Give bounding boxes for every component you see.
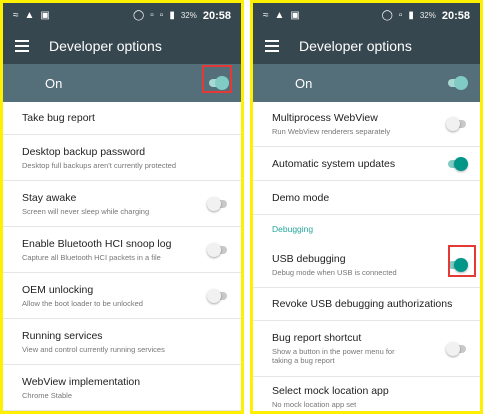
menu-icon[interactable]	[15, 40, 29, 52]
item-subtitle: Screen will never sleep while charging	[22, 206, 150, 216]
list-item-take-bug-report[interactable]: Take bug report	[3, 102, 241, 135]
left-screen: ≈ ▲ ▣ ◯ ▫ ▫ ▮ 32% 20:58 Developer option…	[0, 0, 244, 414]
image-icon: ▣	[40, 9, 50, 21]
oem-unlocking-switch[interactable]	[207, 288, 229, 303]
wifi-icon: ≈	[263, 9, 269, 21]
alarm-icon: ◯	[381, 9, 393, 21]
warning-icon: ▲	[274, 9, 285, 21]
list-item-running-services[interactable]: Running services View and control curren…	[3, 319, 241, 365]
status-bar: ≈ ▲ ▣ ◯ ▫ ▫ ▮ 32% 20:58	[3, 3, 241, 28]
item-subtitle: Run WebView renderers separately	[272, 127, 391, 136]
list-item-select-mock-location-app[interactable]: Select mock location app No mock locatio…	[253, 377, 480, 411]
annotation-highlight	[448, 245, 476, 277]
item-title: Running services	[22, 329, 103, 342]
battery-icon: ▮	[408, 9, 414, 21]
item-title: Enable Bluetooth HCI snoop log	[22, 237, 172, 250]
developer-options-toggle[interactable]	[446, 76, 468, 90]
item-subtitle: Chrome Stable	[22, 390, 73, 400]
signal-icon: ▫	[398, 9, 403, 21]
item-subtitle: Show a button in the power menu for taki…	[272, 347, 395, 365]
item-subtitle: View and control currently running servi…	[22, 344, 165, 354]
item-title: Automatic system updates	[272, 157, 396, 170]
annotation-highlight	[202, 65, 232, 93]
status-bar: ≈ ▲ ▣ ◯ ▫ ▮ 32% 20:58	[253, 3, 480, 28]
item-title: Desktop backup password	[22, 145, 146, 158]
page-title: Developer options	[299, 38, 412, 54]
page-title: Developer options	[49, 38, 162, 54]
category-header-debugging: Debugging	[272, 224, 314, 234]
item-subtitle: Debug mode when USB is connected	[272, 268, 397, 277]
item-title: Take bug report	[22, 112, 95, 124]
list-item-stay-awake[interactable]: Stay awake Screen will never sleep while…	[3, 181, 241, 227]
item-title: Bug report shortcut	[272, 332, 362, 344]
warning-icon: ▲	[24, 9, 35, 21]
list-item-demo-mode[interactable]: Demo mode	[253, 181, 480, 215]
item-subtitle: Allow the boot loader to be unlocked	[22, 298, 143, 308]
item-title: USB debugging	[272, 253, 346, 265]
master-switch-bar[interactable]: On	[253, 64, 480, 102]
list-item-oem-unlocking[interactable]: OEM unlocking Allow the boot loader to b…	[3, 273, 241, 319]
battery-percent: 32%	[180, 11, 197, 20]
multiprocess-webview-switch[interactable]	[446, 117, 468, 131]
alarm-icon: ◯	[133, 9, 145, 21]
image-icon: ▣	[290, 9, 300, 21]
clock: 20:58	[441, 9, 470, 22]
signal-icon: ▫	[159, 9, 164, 21]
item-subtitle: Desktop full backups aren't currently pr…	[22, 160, 177, 170]
wifi-icon: ≈	[13, 9, 19, 21]
bug-report-shortcut-switch[interactable]	[446, 341, 468, 356]
battery-icon: ▮	[169, 9, 175, 21]
list-item-revoke-usb-debugging[interactable]: Revoke USB debugging authorizations	[253, 288, 480, 321]
item-title: OEM unlocking	[22, 283, 94, 296]
item-subtitle: No mock location app set	[272, 399, 357, 409]
bluetooth-hci-snoop-switch[interactable]	[207, 242, 229, 257]
list-item-desktop-backup-password[interactable]: Desktop backup password Desktop full bac…	[3, 135, 241, 181]
item-subtitle: Capture all Bluetooth HCI packets in a f…	[22, 252, 161, 262]
item-title: WebView implementation	[22, 375, 141, 388]
master-switch-label: On	[295, 75, 313, 91]
signal-icon: ▫	[150, 9, 154, 21]
right-screen: ≈ ▲ ▣ ◯ ▫ ▮ 32% 20:58 Developer options …	[250, 0, 483, 414]
stay-awake-switch[interactable]	[207, 196, 229, 211]
battery-percent: 32%	[419, 11, 436, 20]
item-title: Select mock location app	[272, 384, 389, 397]
list-item-automatic-system-updates[interactable]: Automatic system updates	[253, 147, 480, 181]
app-toolbar: Developer options	[3, 28, 241, 64]
list-item-bug-report-shortcut[interactable]: Bug report shortcut Show a button in the…	[253, 321, 480, 377]
master-switch-label: On	[45, 75, 63, 91]
menu-icon[interactable]	[265, 40, 279, 52]
list-item-usb-debugging[interactable]: USB debugging Debug mode when USB is con…	[253, 243, 480, 288]
item-title: Revoke USB debugging authorizations	[272, 298, 453, 310]
item-title: Demo mode	[272, 191, 330, 204]
app-toolbar: Developer options	[253, 28, 480, 64]
automatic-updates-switch[interactable]	[446, 156, 468, 171]
item-title: Multiprocess WebView	[272, 112, 378, 124]
clock: 20:58	[202, 9, 231, 22]
list-item-webview-implementation[interactable]: WebView implementation Chrome Stable	[3, 365, 241, 411]
list-item-multiprocess-webview[interactable]: Multiprocess WebView Run WebView rendere…	[253, 102, 480, 147]
list-item-bluetooth-hci-snoop-log[interactable]: Enable Bluetooth HCI snoop log Capture a…	[3, 227, 241, 273]
item-title: Stay awake	[22, 191, 77, 204]
